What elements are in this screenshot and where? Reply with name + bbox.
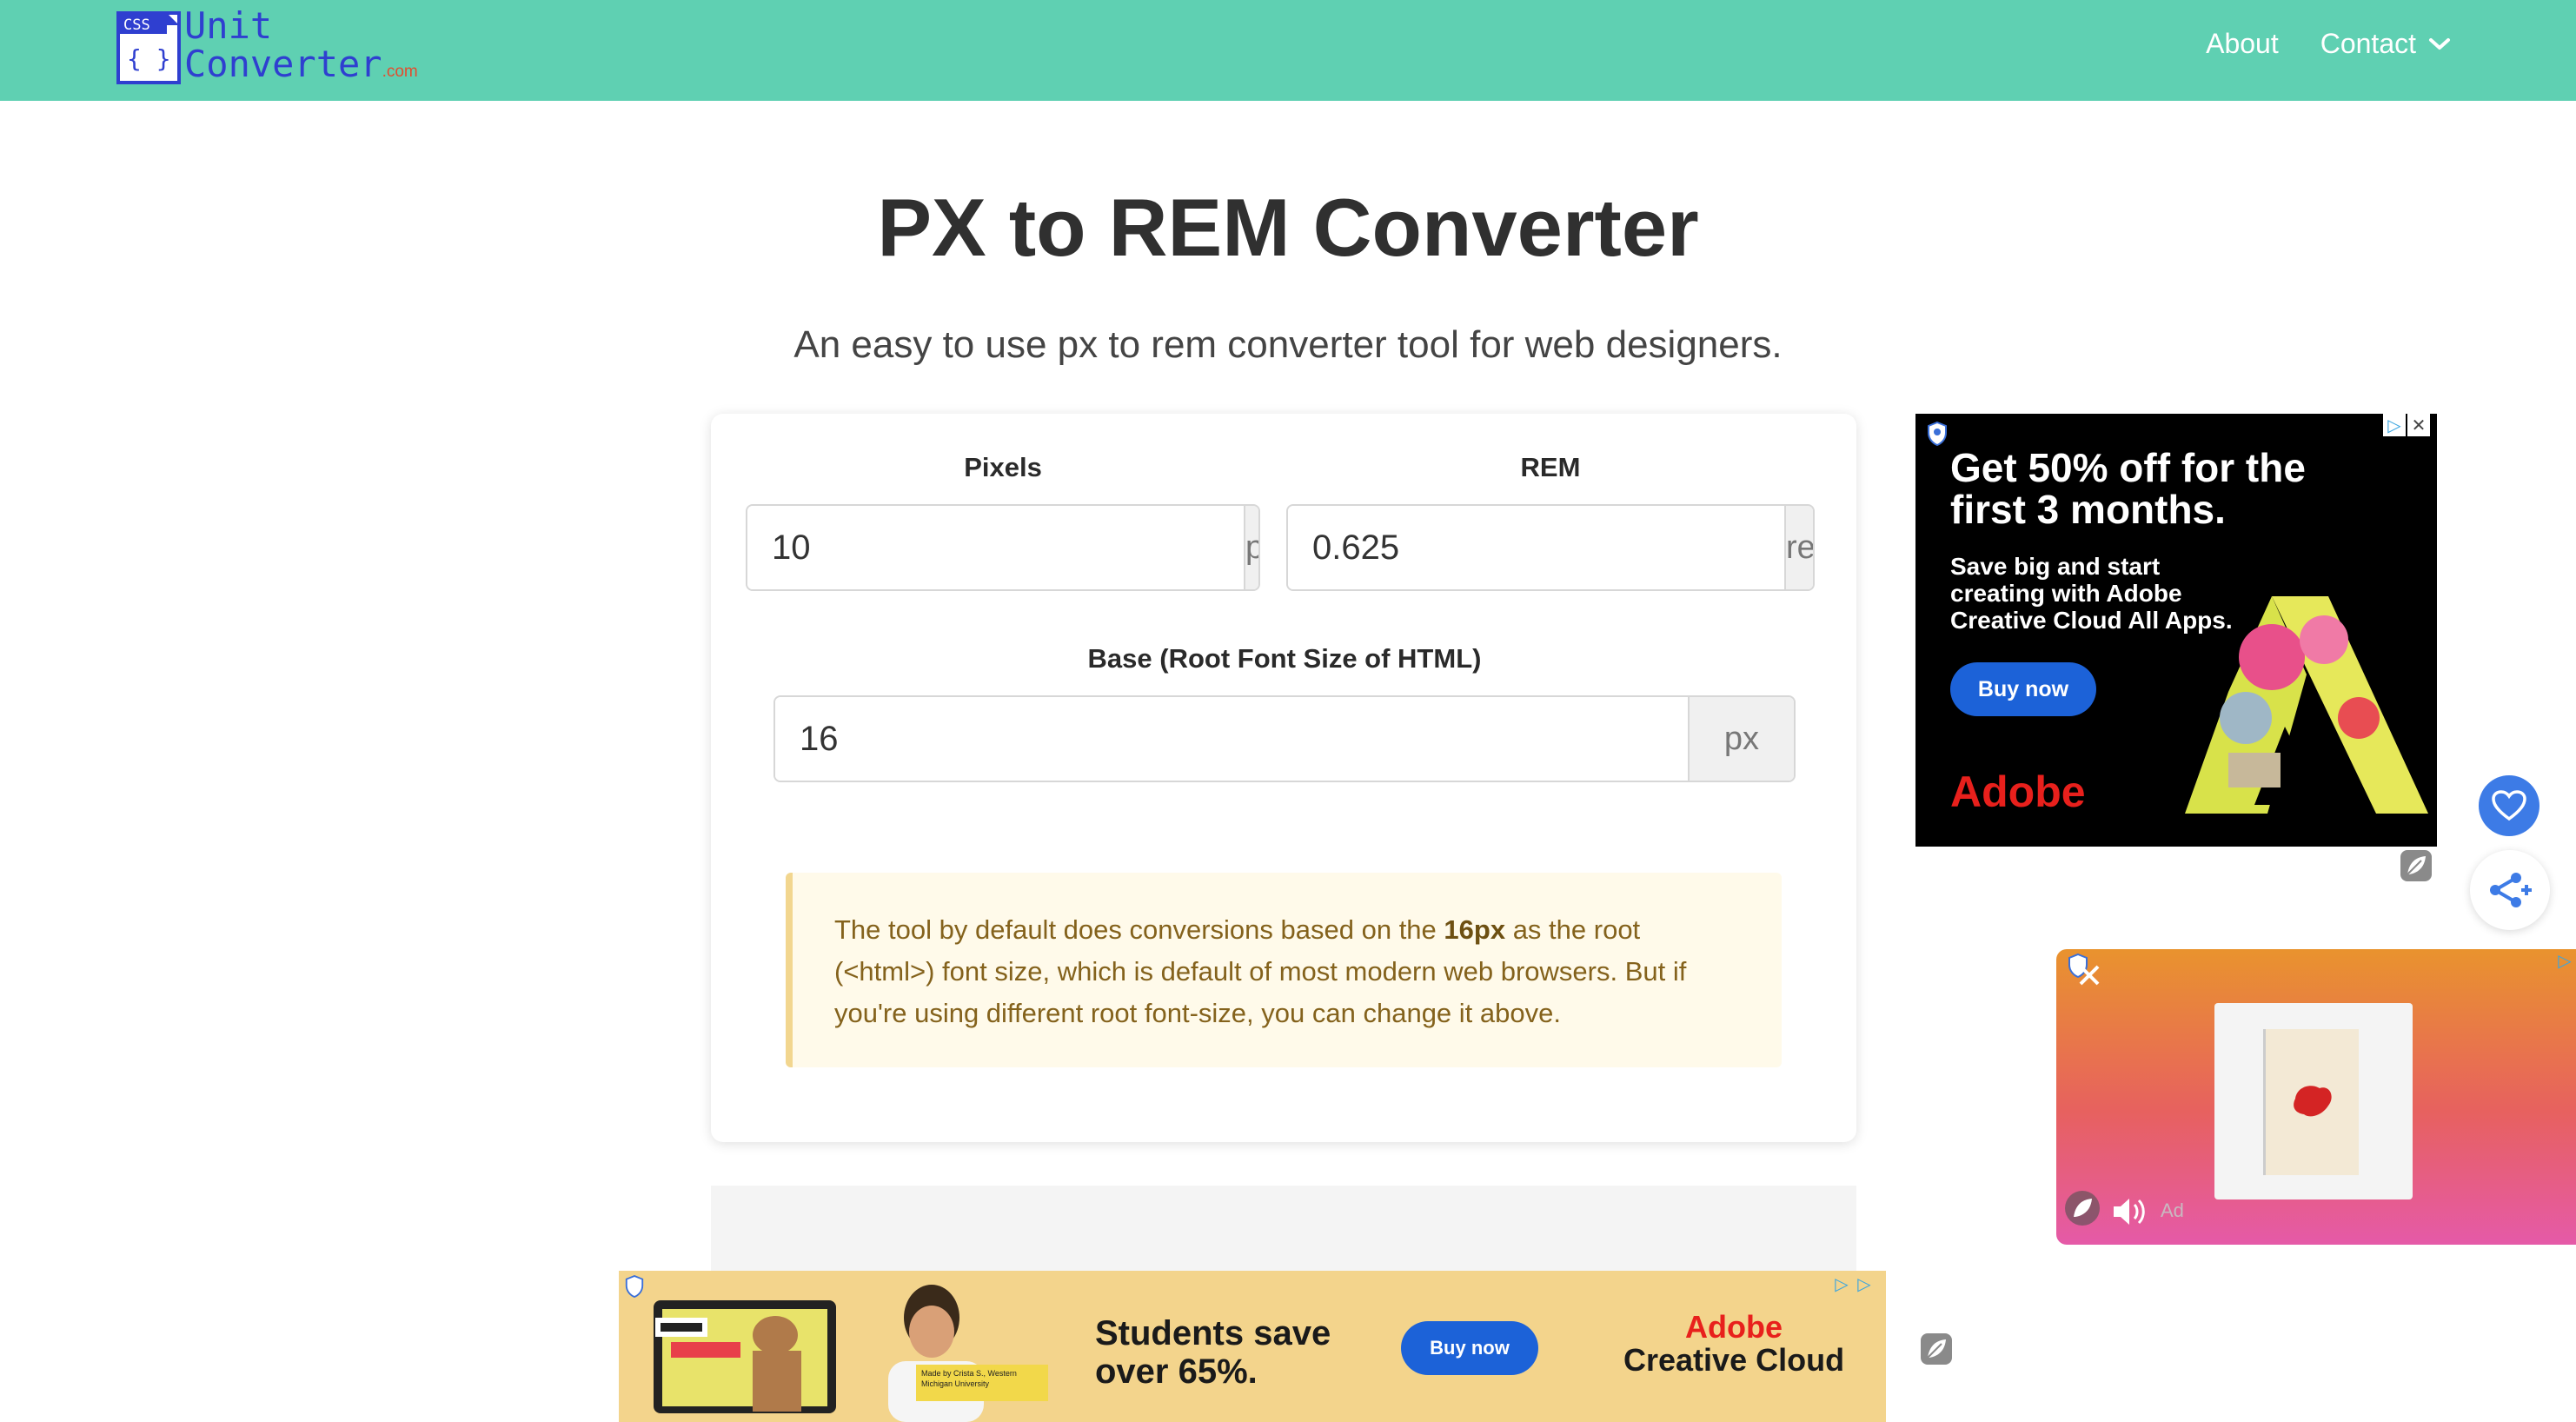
logo-word-unit: Unit (184, 4, 273, 47)
logo-badge: CSS (123, 17, 150, 34)
logo-word-converter: Converter (184, 43, 382, 85)
info-note: The tool by default does conversions bas… (786, 873, 1782, 1067)
adchoices-icon[interactable]: ▷ (2383, 414, 2406, 436)
converter-card: Pixels px REM rem Base (Root Font Size o… (711, 414, 1856, 1142)
shield-icon (625, 1275, 644, 1298)
video-ad[interactable]: ▷ Ad (2056, 949, 2576, 1245)
ad-label: Ad (2161, 1199, 2184, 1221)
video-paper (2263, 1029, 2359, 1175)
note-text-before: The tool by default does conversions bas… (834, 914, 1444, 945)
chevron-down-icon (2429, 37, 2450, 50)
ad-bottom-headline: Students save over 65%. (1095, 1314, 1331, 1391)
rem-input[interactable] (1288, 506, 1784, 589)
leaf-icon[interactable] (2063, 1189, 2101, 1227)
logo-text[interactable]: Unit Converter.com (184, 7, 418, 91)
adobe-display-ad[interactable]: ▷ ✕ Get 50% off for the first 3 months. … (1915, 414, 2437, 847)
nav-about-label: About (2206, 28, 2279, 59)
pixels-input-group: px (746, 504, 1260, 591)
ad-bottom-brand-line2: Creative Cloud (1623, 1342, 1845, 1378)
ad-right-buy-button[interactable]: Buy now (1950, 662, 2096, 716)
site-header: CSS { } Unit Converter.com About Contact (0, 0, 2576, 101)
ad-right-brand: Adobe (1950, 767, 2086, 816)
leaf-icon[interactable] (2399, 848, 2433, 883)
pixels-unit: px (1244, 506, 1258, 589)
ad-illustration-icon (654, 1285, 984, 1422)
logo-icon[interactable]: CSS { } (116, 11, 181, 84)
rose-icon (2294, 1086, 2332, 1117)
close-icon[interactable]: ✕ (2407, 414, 2430, 436)
leaf-icon[interactable] (1919, 1332, 1954, 1366)
heart-icon (2492, 790, 2526, 821)
rem-unit: rem (1784, 506, 1813, 589)
speaker-icon[interactable] (2110, 1194, 2152, 1229)
adchoices-icon[interactable]: ▷ (2553, 949, 2576, 972)
main-nav: About Contact (2206, 28, 2451, 60)
nav-contact-label: Contact (2320, 28, 2416, 59)
rem-input-group: rem (1286, 504, 1815, 591)
ad-bottom-brand-line1: Adobe (1685, 1309, 1783, 1345)
ad-right-headline: Get 50% off for the first 3 months. (1950, 445, 2306, 532)
base-input[interactable] (775, 697, 1688, 781)
share-icon (2490, 873, 2532, 907)
adchoices-icon[interactable]: ▷ (1830, 1272, 1853, 1295)
pixels-label: Pixels (964, 452, 1042, 482)
content-placeholder (711, 1186, 1856, 1272)
note-text-bold: 16px (1444, 914, 1506, 945)
rem-label: REM (1520, 452, 1581, 482)
ad-bottom-buy-button[interactable]: Buy now (1401, 1321, 1538, 1375)
close-icon[interactable] (2074, 960, 2105, 991)
nav-contact-dropdown[interactable]: Contact (2320, 28, 2451, 60)
video-frame (2214, 1003, 2413, 1199)
adchoices-icon-secondary[interactable]: ▷ (1853, 1272, 1876, 1295)
logo-braces: { } (127, 44, 171, 73)
favorite-button[interactable] (2479, 775, 2539, 836)
nav-about[interactable]: About (2206, 28, 2279, 60)
logo-suffix: .com (382, 63, 418, 81)
pixels-input[interactable] (747, 506, 1244, 589)
share-button[interactable] (2470, 850, 2550, 930)
ad-caption: Made by Crista S., Western Michigan Univ… (916, 1365, 1048, 1401)
base-input-group: px (773, 695, 1796, 782)
shield-icon (1928, 421, 1947, 447)
adobe-logo-art-icon (2185, 596, 2428, 814)
bottom-banner-ad[interactable]: ▷ ▷ Made by Crista S., Western Michigan … (619, 1271, 1886, 1422)
ad-bottom-brand: Adobe Creative Cloud (1623, 1311, 1844, 1377)
page-subtitle: An easy to use px to rem converter tool … (793, 323, 1783, 366)
page-title: PX to REM Converter (877, 182, 1699, 273)
base-unit: px (1688, 697, 1794, 781)
base-label: Base (Root Font Size of HTML) (1087, 643, 1482, 674)
